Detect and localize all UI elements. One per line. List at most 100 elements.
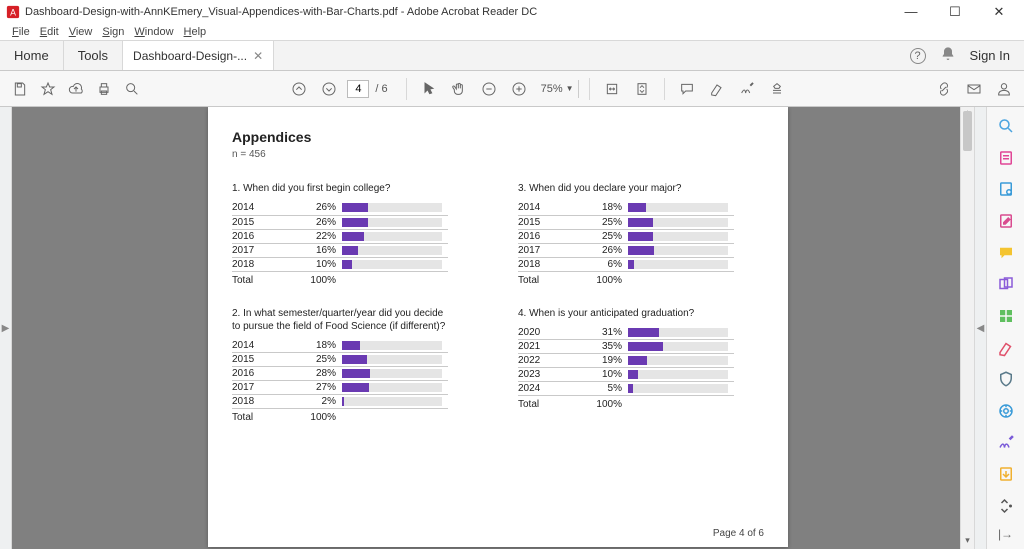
menu-file[interactable]: File	[8, 26, 34, 38]
row-category: 2022	[518, 354, 566, 368]
row-category: 2021	[518, 340, 566, 354]
document-tab[interactable]: Dashboard-Design-... ✕	[123, 41, 274, 70]
vertical-scrollbar[interactable]: ▴ ▾	[960, 107, 974, 549]
close-button[interactable]: ✕	[984, 4, 1014, 20]
menu-view[interactable]: View	[65, 26, 97, 38]
row-value: 22%	[280, 229, 340, 243]
maximize-button[interactable]: ☐	[940, 4, 970, 20]
table-row: 201622%	[232, 229, 448, 243]
row-bar	[626, 229, 734, 243]
tool-send-icon[interactable]	[995, 464, 1017, 486]
menu-window[interactable]: Window	[130, 26, 177, 38]
sign-in-link[interactable]: Sign In	[970, 48, 1010, 63]
hand-icon[interactable]	[447, 77, 471, 101]
comment-icon[interactable]	[675, 77, 699, 101]
star-icon[interactable]	[36, 77, 60, 101]
row-value: 35%	[566, 340, 626, 354]
row-value: 25%	[566, 215, 626, 229]
pdf-page: Appendices n = 456 1. When did you first…	[208, 107, 788, 547]
row-bar	[340, 257, 448, 271]
sign-icon[interactable]	[735, 77, 759, 101]
menu-edit[interactable]: Edit	[36, 26, 63, 38]
tool-create-icon[interactable]	[995, 178, 1017, 200]
tool-organize-icon[interactable]	[995, 305, 1017, 327]
fit-width-icon[interactable]	[600, 77, 624, 101]
page-number-field[interactable]: 4	[347, 80, 369, 98]
collapse-sidebar-icon[interactable]: |→	[998, 527, 1013, 541]
row-bar	[626, 215, 734, 229]
email-icon[interactable]	[962, 77, 986, 101]
tool-comment-icon[interactable]	[995, 242, 1017, 264]
tool-compress-icon[interactable]	[995, 400, 1017, 422]
row-bar	[626, 340, 734, 354]
tool-edit-icon[interactable]	[995, 210, 1017, 232]
row-value: 6%	[566, 257, 626, 271]
row-bar	[626, 201, 734, 215]
search-icon[interactable]	[120, 77, 144, 101]
document-area[interactable]: Appendices n = 456 1. When did you first…	[12, 107, 974, 549]
tool-more-icon[interactable]	[995, 495, 1017, 517]
tab-close-icon[interactable]: ✕	[253, 49, 263, 63]
row-category: 2016	[232, 367, 280, 381]
row-value: 18%	[566, 201, 626, 215]
cloud-upload-icon[interactable]	[64, 77, 88, 101]
table-row: 201726%	[518, 243, 734, 257]
right-panel-toggle[interactable]: ◀	[974, 107, 986, 549]
profile-icon[interactable]	[992, 77, 1016, 101]
right-sidebar: |→	[986, 107, 1024, 549]
pointer-icon[interactable]	[417, 77, 441, 101]
row-bar	[340, 201, 448, 215]
menu-sign[interactable]: Sign	[98, 26, 128, 38]
row-bar	[340, 395, 448, 409]
titlebar: A Dashboard-Design-with-AnnKEmery_Visual…	[0, 0, 1024, 24]
row-category: 2023	[518, 368, 566, 382]
link-icon[interactable]	[932, 77, 956, 101]
zoom-in-icon[interactable]	[507, 77, 531, 101]
fit-page-icon[interactable]	[630, 77, 654, 101]
menu-help[interactable]: Help	[180, 26, 211, 38]
row-bar	[626, 382, 734, 396]
row-value: 26%	[566, 243, 626, 257]
toolbar: 4 / 6 75%▼	[0, 71, 1024, 107]
row-category: 2018	[232, 395, 280, 409]
highlight-icon[interactable]	[705, 77, 729, 101]
stamp-icon[interactable]	[765, 77, 789, 101]
tools-button[interactable]: Tools	[64, 41, 123, 70]
page-up-icon[interactable]	[287, 77, 311, 101]
tool-fill-sign-icon[interactable]	[995, 432, 1017, 454]
row-bar	[626, 368, 734, 382]
row-value: 27%	[280, 381, 340, 395]
row-bar	[340, 215, 448, 229]
row-category: 2014	[232, 339, 280, 353]
tool-redact-icon[interactable]	[995, 337, 1017, 359]
page-footer: Page 4 of 6	[713, 528, 764, 539]
notifications-icon[interactable]	[940, 46, 956, 65]
total-row: Total100%	[518, 396, 734, 412]
svg-text:A: A	[10, 8, 16, 18]
table-row: 201727%	[232, 381, 448, 395]
home-button[interactable]: Home	[0, 41, 64, 70]
zoom-out-icon[interactable]	[477, 77, 501, 101]
tool-protect-icon[interactable]	[995, 369, 1017, 391]
zoom-value[interactable]: 75%▼	[537, 80, 579, 98]
print-icon[interactable]	[92, 77, 116, 101]
chart-table: 202031%202135%202219%202310%20245%Total1…	[518, 326, 734, 412]
left-panel-toggle[interactable]: ▶	[0, 107, 12, 549]
tool-combine-icon[interactable]	[995, 273, 1017, 295]
save-icon[interactable]	[8, 77, 32, 101]
row-category: 2017	[518, 243, 566, 257]
row-category: 2014	[232, 201, 280, 215]
row-value: 10%	[566, 368, 626, 382]
tool-search-icon[interactable]	[995, 115, 1017, 137]
minimize-button[interactable]: —	[896, 4, 926, 20]
table-row: 201625%	[518, 229, 734, 243]
scroll-thumb[interactable]	[963, 111, 972, 151]
help-icon[interactable]: ?	[910, 48, 926, 64]
scroll-down-icon[interactable]: ▾	[961, 535, 974, 549]
tool-export-icon[interactable]	[995, 147, 1017, 169]
row-category: 2014	[518, 201, 566, 215]
row-value: 19%	[566, 354, 626, 368]
table-row: 202135%	[518, 340, 734, 354]
table-row: 20182%	[232, 395, 448, 409]
page-down-icon[interactable]	[317, 77, 341, 101]
